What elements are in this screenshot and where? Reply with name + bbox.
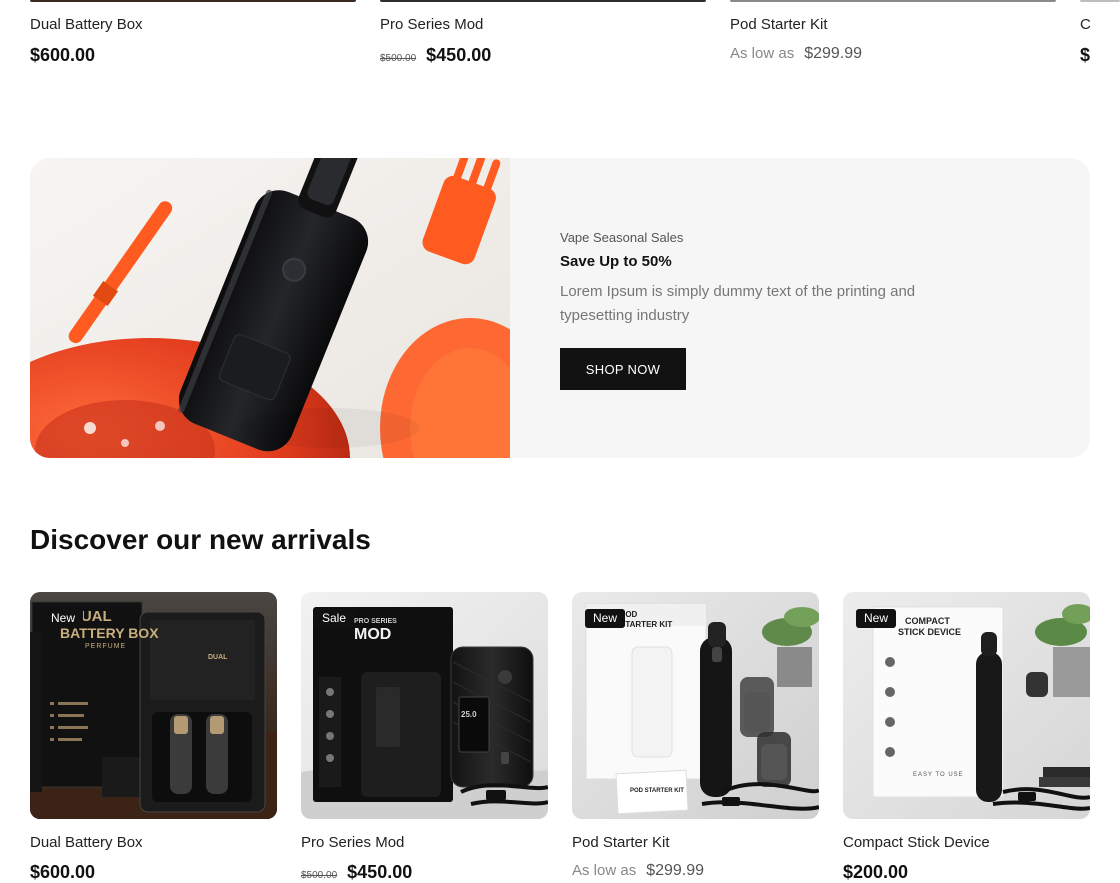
product-badge: New: [856, 609, 897, 628]
product-title[interactable]: Pro Series Mod: [301, 834, 404, 851]
product-image[interactable]: COMPACT STICK DEVICE EASY TO USE New: [843, 592, 1090, 819]
product-title[interactable]: Pro Series Mod: [380, 16, 483, 33]
box-caption: PERFUME: [85, 643, 127, 650]
product-card[interactable]: POD STARTER KIT POD STARTER KIT New Pod …: [572, 592, 819, 880]
leaflet-title: POD STARTER KIT: [630, 788, 684, 794]
product-badge: Sale: [314, 609, 355, 628]
product-card[interactable]: DUAL BATTERY BOX PERFUME DUAL New Dual B…: [30, 592, 277, 882]
box-title: MOD: [354, 626, 392, 643]
banner-eyebrow: Vape Seasonal Sales: [560, 230, 684, 245]
top-product-card[interactable]: Dual Battery Box $600.00: [30, 0, 356, 65]
shop-now-button[interactable]: SHOP NOW: [560, 348, 686, 390]
box-title: COMPACT: [905, 616, 950, 626]
banner-image: [30, 158, 510, 458]
original-price: $500.00: [301, 870, 338, 881]
product-title[interactable]: Dual Battery Box: [30, 16, 143, 33]
banner-description: Lorem Ipsum is simply dummy text of the …: [560, 283, 916, 324]
top-product-card[interactable]: C $: [1080, 0, 1120, 65]
product-title[interactable]: Dual Battery Box: [30, 834, 143, 851]
product-card[interactable]: PRO SERIES MOD 25.0 Sale Pro Series Mod …: [301, 592, 548, 882]
product-title[interactable]: C: [1080, 16, 1091, 33]
product-price: $600.00: [30, 45, 96, 65]
product-price: $299.99: [646, 862, 705, 879]
product-title[interactable]: Pod Starter Kit: [572, 834, 670, 851]
product-price: $450.00: [426, 45, 492, 65]
box-subtitle: STARTER KIT: [620, 620, 673, 629]
product-title[interactable]: Compact Stick Device: [843, 834, 990, 851]
product-image[interactable]: [30, 0, 356, 2]
product-image[interactable]: [1080, 0, 1120, 2]
product-badge: New: [43, 609, 84, 628]
top-product-card[interactable]: Pod Starter Kit As low as $299.99: [730, 0, 1056, 62]
original-price: $500.00: [380, 53, 417, 64]
price-prefix: As low as: [730, 45, 795, 62]
device-screen-reading: 25.0: [461, 710, 477, 719]
price-prefix: As low as: [572, 862, 637, 879]
vape-device-photo: [30, 158, 510, 458]
product-card[interactable]: COMPACT STICK DEVICE EASY TO USE New Com…: [843, 592, 1090, 882]
promo-banner: Vape Seasonal Sales Save Up to 50% Lorem…: [30, 158, 1090, 458]
box-subtitle: STICK DEVICE: [898, 627, 962, 637]
banner-headline: Save Up to 50%: [560, 253, 672, 270]
product-price: $: [1080, 45, 1091, 65]
product-image[interactable]: POD STARTER KIT POD STARTER KIT New: [572, 592, 819, 819]
box-subtitle: PRO SERIES: [354, 618, 397, 625]
section-title: Discover our new arrivals: [30, 524, 371, 555]
product-image[interactable]: PRO SERIES MOD 25.0 Sale: [301, 592, 548, 819]
product-price: $299.99: [804, 45, 863, 62]
product-title[interactable]: Pod Starter Kit: [730, 16, 828, 33]
product-image[interactable]: [380, 0, 706, 2]
case-lid-label: DUAL: [208, 654, 228, 661]
product-badge: New: [585, 609, 626, 628]
box-footer: EASY TO USE: [913, 772, 964, 778]
product-image[interactable]: DUAL BATTERY BOX PERFUME DUAL New: [30, 592, 277, 819]
product-image[interactable]: [730, 0, 1056, 2]
top-product-card[interactable]: Pro Series Mod $500.00 $450.00: [380, 0, 706, 65]
box-title: POD: [620, 610, 638, 619]
